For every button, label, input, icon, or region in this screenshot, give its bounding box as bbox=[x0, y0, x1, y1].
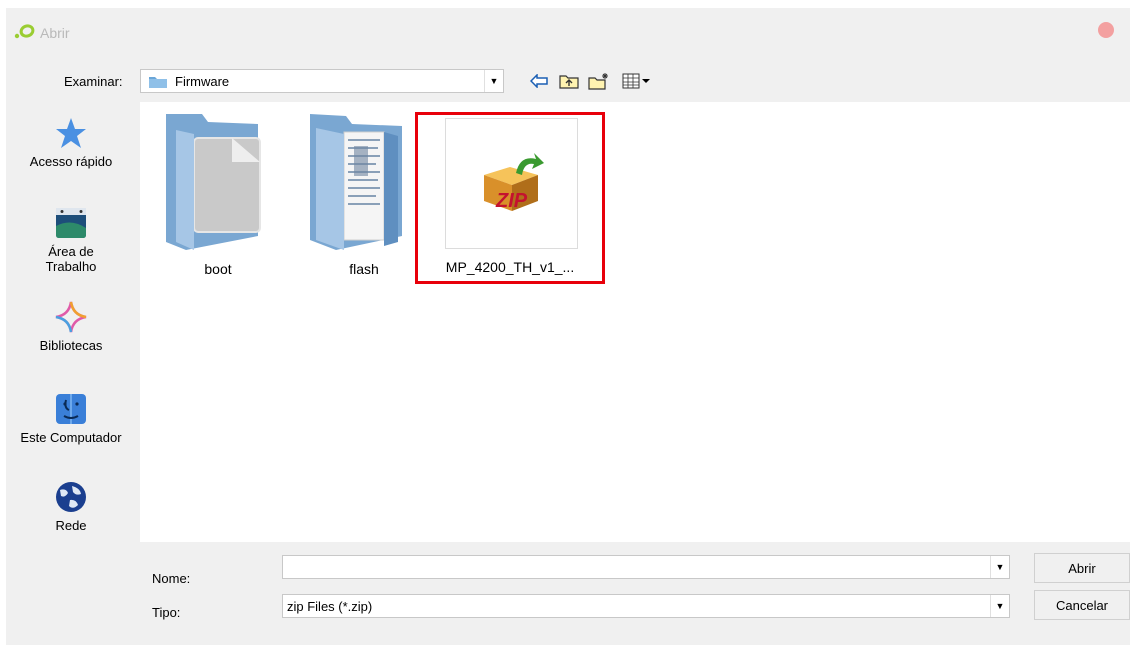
file-name: boot bbox=[204, 261, 232, 277]
place-libraries[interactable]: Bibliotecas bbox=[6, 300, 136, 353]
view-menu-icon[interactable] bbox=[620, 70, 654, 92]
folder-icon bbox=[149, 77, 167, 88]
place-desktop[interactable]: Área de Trabalho bbox=[6, 206, 136, 274]
look-in-label: Examinar: bbox=[64, 74, 123, 89]
folder-icon bbox=[310, 114, 402, 250]
computer-icon bbox=[56, 394, 86, 424]
place-quick-access[interactable]: Acesso rápido bbox=[6, 116, 136, 169]
places-sidebar: Acesso rápido Área de Trabalho Bibliotec… bbox=[6, 102, 136, 542]
place-label: Rede bbox=[55, 518, 87, 533]
file-name: flash bbox=[349, 261, 379, 277]
file-name-label: Nome: bbox=[152, 571, 191, 586]
place-label: Este Computador bbox=[20, 430, 122, 445]
title-bar: Abrir bbox=[6, 8, 1130, 52]
star-icon bbox=[56, 118, 86, 148]
back-arrow-icon[interactable] bbox=[528, 70, 550, 92]
cancel-button[interactable]: Cancelar bbox=[1034, 590, 1130, 620]
place-label: Acesso rápido bbox=[29, 154, 113, 169]
close-button[interactable] bbox=[1098, 22, 1114, 38]
chevron-down-icon[interactable]: ▼ bbox=[990, 556, 1009, 578]
new-folder-icon[interactable] bbox=[588, 70, 610, 92]
place-this-pc[interactable]: Este Computador bbox=[6, 392, 136, 445]
app-logo-icon bbox=[14, 24, 35, 39]
open-file-dialog: Abrir Examinar: Firmware ▼ Acesso rápido bbox=[6, 8, 1130, 645]
folder-icon bbox=[166, 114, 261, 250]
up-folder-icon[interactable] bbox=[558, 70, 580, 92]
file-name-field[interactable]: ▼ bbox=[282, 555, 1010, 579]
look-in-dropdown[interactable]: Firmware ▼ bbox=[140, 69, 504, 93]
look-in-value: Firmware bbox=[175, 74, 230, 89]
libraries-icon bbox=[55, 301, 87, 333]
file-list-pane bbox=[140, 102, 1130, 542]
file-type-value: zip Files (*.zip) bbox=[287, 599, 373, 614]
network-globe-icon bbox=[56, 482, 86, 512]
chevron-down-icon[interactable]: ▼ bbox=[990, 595, 1009, 617]
place-label: Área de Trabalho bbox=[45, 244, 97, 274]
selected-file-highlight[interactable] bbox=[415, 112, 605, 284]
open-button[interactable]: Abrir bbox=[1034, 553, 1130, 583]
desktop-icon bbox=[56, 208, 86, 238]
place-label: Bibliotecas bbox=[39, 338, 103, 353]
file-type-label: Tipo: bbox=[152, 605, 181, 620]
file-type-select[interactable]: zip Files (*.zip) ▼ bbox=[282, 594, 1010, 618]
window-title: Abrir bbox=[40, 25, 70, 41]
chevron-down-icon[interactable]: ▼ bbox=[484, 70, 503, 92]
place-network[interactable]: Rede bbox=[6, 480, 136, 533]
